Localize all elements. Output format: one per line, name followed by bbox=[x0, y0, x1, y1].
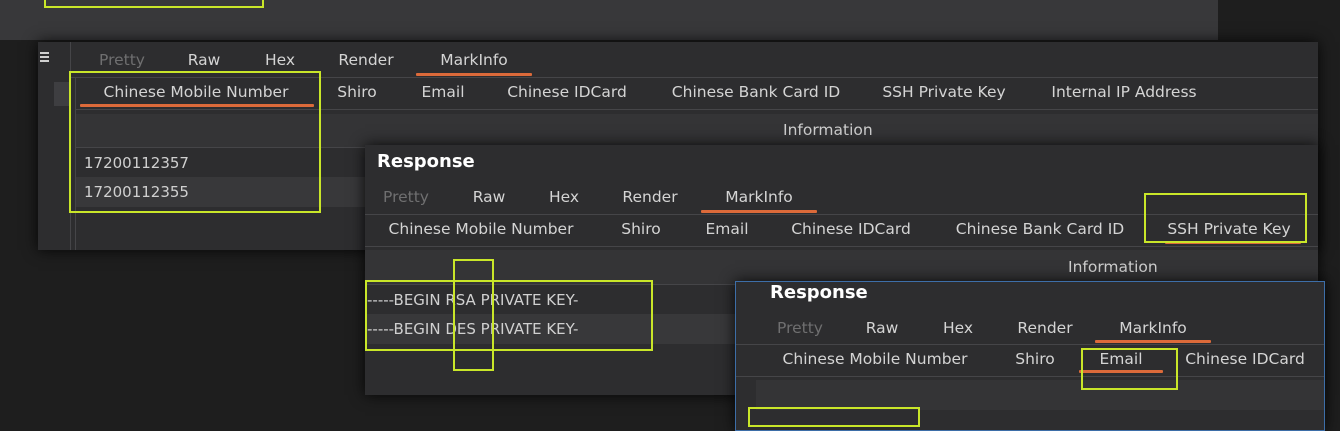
subtab-email[interactable]: Email bbox=[705, 219, 748, 239]
tab-pretty[interactable]: Pretty bbox=[777, 318, 823, 338]
tab-raw[interactable]: Raw bbox=[473, 187, 506, 207]
tab-render[interactable]: Render bbox=[1017, 318, 1072, 338]
row-value: 17200112357 bbox=[84, 154, 189, 172]
subtab-ssh-private-key[interactable]: SSH Private Key bbox=[1167, 219, 1290, 239]
subtab-chinese-mobile-number[interactable]: Chinese Mobile Number bbox=[104, 82, 289, 102]
tab-hex[interactable]: Hex bbox=[265, 50, 295, 70]
tab-render[interactable]: Render bbox=[622, 187, 677, 207]
hamburger-menu-icon[interactable] bbox=[40, 52, 52, 64]
subtab-shiro[interactable]: Shiro bbox=[621, 219, 660, 239]
subtab-chinese-idcard[interactable]: Chinese IDCard bbox=[1185, 349, 1305, 369]
row-value: -----BEGIN DES PRIVATE KEY- bbox=[367, 320, 579, 338]
background-panel bbox=[0, 0, 1218, 40]
panel-title: Response bbox=[377, 151, 475, 172]
tab-hex[interactable]: Hex bbox=[943, 318, 973, 338]
subtab-chinese-mobile-number[interactable]: Chinese Mobile Number bbox=[389, 219, 574, 239]
subtab-underline bbox=[1079, 370, 1163, 373]
table-header bbox=[365, 250, 1318, 284]
gutter-marker bbox=[54, 82, 70, 106]
tab-pretty[interactable]: Pretty bbox=[383, 187, 429, 207]
tab-raw[interactable]: Raw bbox=[188, 50, 221, 70]
column-header-information[interactable]: Information bbox=[783, 121, 873, 139]
subtab-ssh-private-key[interactable]: SSH Private Key bbox=[882, 82, 1005, 102]
subtab-chinese-bank-card-id[interactable]: Chinese Bank Card ID bbox=[672, 82, 840, 102]
subtab-underline bbox=[80, 104, 314, 107]
tab-markinfo[interactable]: MarkInfo bbox=[440, 50, 508, 70]
tab-render[interactable]: Render bbox=[338, 50, 393, 70]
subtab-chinese-bank-card-id[interactable]: Chinese Bank Card ID bbox=[956, 219, 1124, 239]
tab-pretty[interactable]: Pretty bbox=[99, 50, 145, 70]
tab-markinfo-underline bbox=[416, 73, 532, 76]
panel-title: Response bbox=[770, 282, 868, 303]
subtab-shiro[interactable]: Shiro bbox=[337, 82, 376, 102]
subtab-shiro[interactable]: Shiro bbox=[1015, 349, 1054, 369]
subtab-chinese-idcard[interactable]: Chinese IDCard bbox=[507, 82, 627, 102]
subtab-email[interactable]: Email bbox=[421, 82, 464, 102]
tab-markinfo[interactable]: MarkInfo bbox=[725, 187, 793, 207]
table-header bbox=[756, 380, 1324, 410]
subtab-chinese-mobile-number[interactable]: Chinese Mobile Number bbox=[783, 349, 968, 369]
column-header-information[interactable]: Information bbox=[1068, 258, 1158, 276]
subtab-internal-ip-address[interactable]: Internal IP Address bbox=[1051, 82, 1196, 102]
tab-raw[interactable]: Raw bbox=[866, 318, 899, 338]
subtab-email[interactable]: Email bbox=[1099, 349, 1142, 369]
table-header bbox=[76, 114, 1318, 147]
row-value: 17200112355 bbox=[84, 183, 189, 201]
row-value: -----BEGIN RSA PRIVATE KEY- bbox=[367, 291, 579, 309]
subtab-chinese-idcard[interactable]: Chinese IDCard bbox=[791, 219, 911, 239]
subtab-underline bbox=[1165, 241, 1301, 244]
tab-markinfo[interactable]: MarkInfo bbox=[1119, 318, 1187, 338]
tab-markinfo-underline bbox=[701, 210, 817, 213]
tab-hex[interactable]: Hex bbox=[549, 187, 579, 207]
tab-markinfo-underline bbox=[1095, 340, 1211, 343]
response-panel-front: Response Pretty Raw Hex Render MarkInfo … bbox=[735, 281, 1325, 431]
